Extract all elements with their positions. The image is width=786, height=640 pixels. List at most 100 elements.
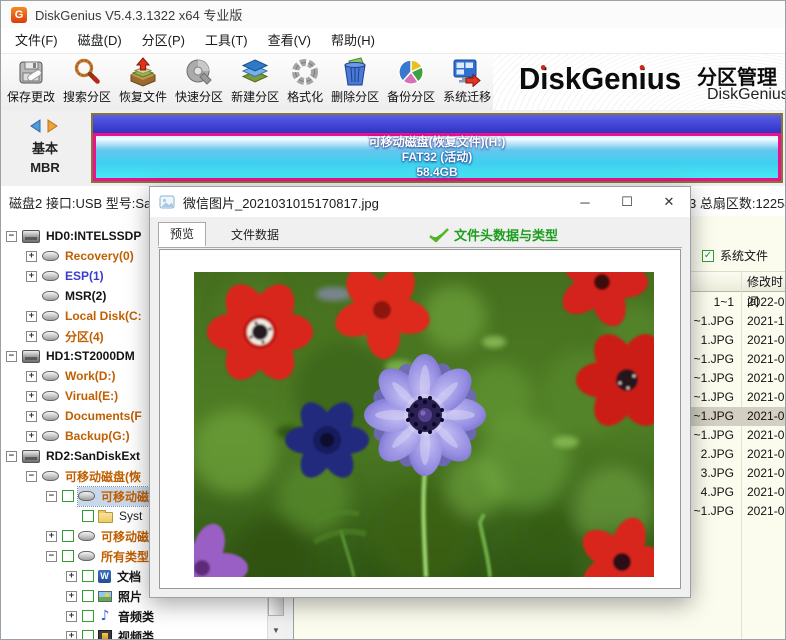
tab-file-data[interactable]: 文件数据 xyxy=(220,224,290,247)
expander-icon[interactable]: + xyxy=(26,311,37,322)
tree-checkbox[interactable] xyxy=(82,510,94,522)
menu-view[interactable]: 查看(V) xyxy=(258,28,321,53)
header-match-text: 文件头数据与类型 xyxy=(454,225,558,244)
tree-item[interactable]: +W文档 xyxy=(1,566,143,586)
file-name: ~1.JPG xyxy=(694,388,734,407)
save-changes-button[interactable]: 保存更改 xyxy=(3,54,59,105)
tree-item[interactable]: − HD1:ST2000DM xyxy=(1,346,137,366)
partition-banner[interactable]: 可移动磁盘(恢复文件)(H:) FAT32 (活动) 58.4GB xyxy=(91,113,783,183)
new-partition-button[interactable]: 新建分区 xyxy=(227,54,283,105)
expander-icon[interactable]: + xyxy=(26,431,37,442)
tree-item[interactable]: −HD0:INTELSSDP xyxy=(1,226,143,246)
disk-scheme-label: MBR xyxy=(1,158,89,177)
expander-icon[interactable]: + xyxy=(66,631,77,640)
tree-checkbox[interactable] xyxy=(62,490,74,502)
menu-disk[interactable]: 磁盘(D) xyxy=(68,28,132,53)
expander-icon[interactable]: + xyxy=(26,371,37,382)
expander-icon[interactable]: + xyxy=(66,611,77,622)
menu-help[interactable]: 帮助(H) xyxy=(321,28,385,53)
file-name: 3.JPG xyxy=(701,464,734,483)
partition-block[interactable]: 可移动磁盘(恢复文件)(H:) FAT32 (活动) 58.4GB xyxy=(93,133,781,181)
expander-icon[interactable]: − xyxy=(26,471,37,482)
partition-icon xyxy=(42,271,59,281)
photo-icon xyxy=(98,591,112,602)
tree-item[interactable]: +视频类 xyxy=(1,626,156,639)
expander-icon[interactable]: − xyxy=(46,491,57,502)
tree-item-label: Work(D:) xyxy=(63,368,117,384)
menu-file[interactable]: 文件(F) xyxy=(5,28,68,53)
quick-partition-button[interactable]: 快速分区 xyxy=(171,54,227,105)
expander-icon[interactable]: + xyxy=(26,411,37,422)
tree-item[interactable]: +可移动磁 xyxy=(1,526,151,546)
tree-item[interactable]: +照片 xyxy=(1,586,144,606)
tree-item[interactable]: − 所有类型 xyxy=(1,546,151,566)
folder-icon xyxy=(98,512,113,523)
tree-item[interactable]: +Documents(F xyxy=(1,406,144,426)
format-button[interactable]: 格式化 xyxy=(283,54,327,105)
tree-checkbox[interactable] xyxy=(82,590,94,602)
system-migrate-button[interactable]: 系统迁移 xyxy=(439,54,495,105)
tree-item[interactable]: +Syst xyxy=(1,506,144,526)
file-name: ~1.JPG xyxy=(694,312,734,331)
expander-icon[interactable]: + xyxy=(26,331,37,342)
tree-checkbox[interactable] xyxy=(82,570,94,582)
file-name: 4.JPG xyxy=(701,483,734,502)
system-files-toggle[interactable]: ✓ 系统文件 xyxy=(702,247,768,264)
expander-icon[interactable]: + xyxy=(26,271,37,282)
file-modified-time: 2021-0 xyxy=(747,407,784,426)
tree-item[interactable]: +Recovery(0) xyxy=(1,246,136,266)
tree-item[interactable]: −可移动磁 xyxy=(1,486,151,506)
tree-item-label: 所有类型 xyxy=(99,547,151,566)
expander-icon[interactable]: − xyxy=(46,551,57,562)
tree-item[interactable]: +分区(4) xyxy=(1,326,106,346)
delete-partition-button[interactable]: 删除分区 xyxy=(327,54,383,105)
disk-nav-arrows[interactable] xyxy=(27,118,63,134)
tree-item[interactable]: −RD2:SanDiskExt xyxy=(1,446,142,466)
dialog-maximize-button[interactable]: ☐ xyxy=(606,187,648,217)
dialog-close-button[interactable]: ✕ xyxy=(648,187,690,217)
system-files-checkbox[interactable]: ✓ xyxy=(702,250,714,262)
video-icon xyxy=(98,630,112,639)
backup-partition-button[interactable]: 备份分区 xyxy=(383,54,439,105)
preview-pane xyxy=(159,249,681,589)
tree-item[interactable]: −可移动磁盘(恢 xyxy=(1,466,143,486)
tree-item[interactable]: +Virual(E:) xyxy=(1,386,120,406)
partition-icon xyxy=(78,531,95,541)
save-icon xyxy=(16,57,46,87)
search-icon xyxy=(72,57,102,87)
preview-dialog: 微信图片_2021031015170817.jpg ─ ☐ ✕ 预览 文件数据 … xyxy=(149,186,691,598)
menu-partition[interactable]: 分区(P) xyxy=(132,28,195,53)
expander-icon[interactable]: − xyxy=(6,351,17,362)
expander-icon[interactable]: − xyxy=(6,451,17,462)
tree-item[interactable]: + Work(D:) xyxy=(1,366,117,386)
tree-checkbox[interactable] xyxy=(82,630,94,639)
expander-icon[interactable]: + xyxy=(26,251,37,262)
recover-files-button[interactable]: 恢复文件 xyxy=(115,54,171,105)
word-icon: W xyxy=(98,570,111,583)
tree-item-label: 音频类 xyxy=(116,607,156,626)
tree-checkbox[interactable] xyxy=(62,550,74,562)
scroll-down-icon[interactable]: ▼ xyxy=(268,623,284,639)
tree-checkbox[interactable] xyxy=(82,610,94,622)
expander-icon[interactable]: + xyxy=(46,531,57,542)
tree-item-label: HD1:ST2000DM xyxy=(44,348,137,364)
dialog-title: 微信图片_2021031015170817.jpg xyxy=(183,193,379,212)
tree-checkbox[interactable] xyxy=(62,530,74,542)
tree-item[interactable]: +Local Disk(C: xyxy=(1,306,144,326)
menu-tools[interactable]: 工具(T) xyxy=(195,28,258,53)
expander-icon[interactable]: + xyxy=(66,591,77,602)
expander-icon[interactable]: + xyxy=(26,391,37,402)
tree-item[interactable]: +♪音频类 xyxy=(1,606,156,626)
dialog-title-bar[interactable]: 微信图片_2021031015170817.jpg ─ ☐ ✕ xyxy=(150,187,690,217)
partition-icon xyxy=(42,411,59,421)
dialog-minimize-button[interactable]: ─ xyxy=(564,187,606,217)
tree-item[interactable]: +MSR(2) xyxy=(1,286,108,306)
tab-preview[interactable]: 预览 xyxy=(158,222,206,247)
hdd-icon xyxy=(22,350,40,363)
expander-icon[interactable]: − xyxy=(6,231,17,242)
tree-item[interactable]: +ESP(1) xyxy=(1,266,106,286)
expander-icon[interactable]: + xyxy=(66,571,77,582)
search-partition-button[interactable]: 搜索分区 xyxy=(59,54,115,105)
tree-item[interactable]: +Backup(G:) xyxy=(1,426,132,446)
partition-icon xyxy=(42,391,59,401)
